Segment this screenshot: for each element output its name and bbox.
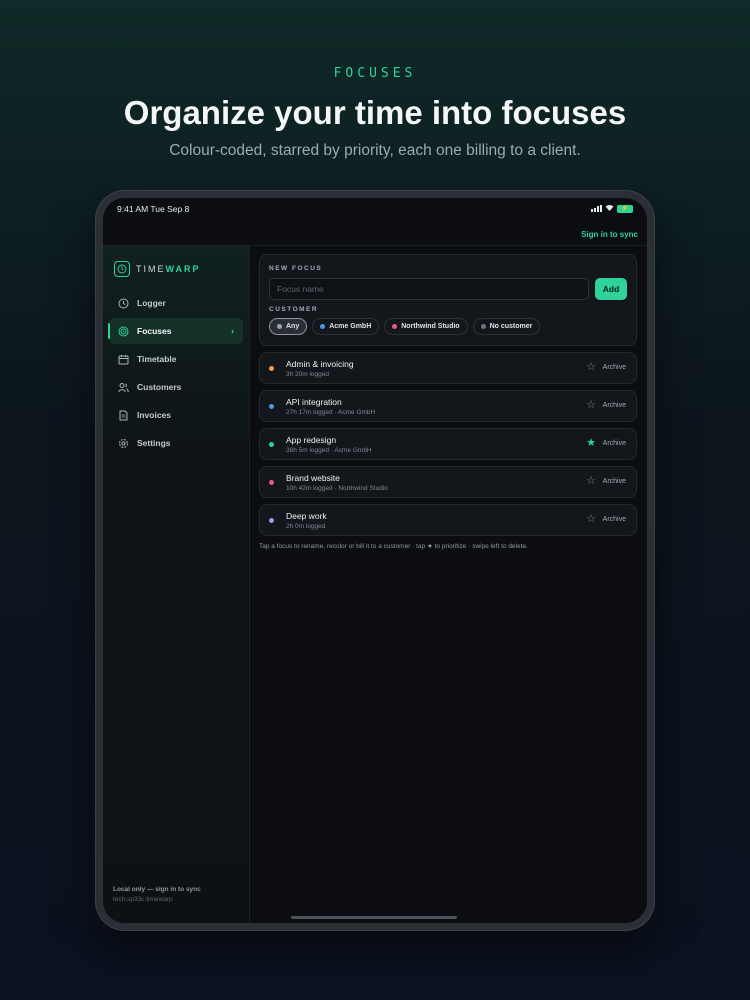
archive-button[interactable]: Archive [603, 516, 626, 523]
battery-icon: ⚡ [617, 204, 633, 213]
sidebar-item-timetable[interactable]: Timetable [109, 346, 243, 372]
focus-name: Deep work [286, 511, 327, 521]
sidebar: TIMEWARP Logger Focuses › Timetable Cust… [103, 246, 250, 923]
focus-row[interactable]: API integration 27h 17m logged · Acme Gm… [259, 390, 637, 422]
brand-suffix: WARP [165, 264, 201, 274]
sidebar-nav: Logger Focuses › Timetable Customers Inv… [108, 290, 243, 458]
new-focus-input-row: Add [269, 278, 627, 300]
status-time: 9:41 AM Tue Sep 8 [117, 204, 190, 214]
archive-button[interactable]: Archive [603, 440, 626, 447]
sidebar-item-label: Focuses [137, 326, 172, 336]
status-icons: ⚡ [591, 204, 633, 213]
color-dot [269, 518, 274, 523]
focus-name: App redesign [286, 435, 337, 445]
color-dot [320, 324, 326, 329]
new-focus-card: NEW FOCUS Add CUSTOMER Any Acme GmbH [259, 254, 637, 346]
star-icon[interactable]: ☆ [586, 400, 596, 411]
sidebar-item-settings[interactable]: Settings [109, 430, 243, 456]
color-dot [269, 480, 274, 485]
focus-row[interactable]: Deep work 2h 0m logged ☆ Archive [259, 504, 637, 536]
focus-name: Admin & invoicing [286, 359, 354, 369]
customer-chip-none[interactable]: No customer [472, 318, 541, 335]
sidebar-item-customers[interactable]: Customers [109, 374, 243, 400]
focus-name-input[interactable] [269, 278, 589, 300]
star-icon[interactable]: ☆ [586, 362, 596, 373]
brand: TIMEWARP [114, 261, 201, 277]
users-icon [118, 382, 129, 393]
chip-label: No customer [489, 323, 533, 330]
sidebar-item-invoices[interactable]: Invoices [109, 402, 243, 428]
add-focus-button[interactable]: Add [595, 278, 627, 300]
star-filled-icon[interactable]: ★ [586, 438, 596, 449]
focus-meta: 27h 17m logged · Acme GmbH [286, 409, 376, 416]
chevron-right-icon: › [231, 326, 234, 336]
brand-name: TIMEWARP [136, 264, 201, 274]
chip-label: Acme GmbH [329, 323, 372, 330]
star-icon[interactable]: ☆ [586, 514, 596, 525]
customer-chip-acme[interactable]: Acme GmbH [312, 318, 380, 335]
sidebar-footer: Local only — sign in to sync tech.sp33c.… [113, 886, 201, 903]
color-dot [277, 324, 282, 329]
signal-icon [591, 205, 602, 212]
focus-meta: 2h 0m logged [286, 523, 326, 530]
color-dot [269, 404, 274, 409]
archive-button[interactable]: Archive [603, 478, 626, 485]
new-focus-label: NEW FOCUS [269, 265, 323, 272]
sidebar-item-label: Invoices [137, 410, 172, 420]
wifi-icon [605, 204, 614, 213]
home-indicator[interactable] [291, 916, 457, 919]
focus-hint: Tap a focus to rename, recolor or bill i… [259, 543, 528, 550]
document-icon [118, 410, 129, 421]
focus-name: API integration [286, 397, 342, 407]
hero-subhead: Colour-coded, starred by priority, each … [169, 142, 581, 159]
calendar-icon [118, 354, 129, 365]
sidebar-item-label: Logger [137, 298, 166, 308]
color-dot [480, 324, 486, 329]
hero-eyebrow: FOCUSES [333, 66, 417, 81]
sidebar-item-label: Timetable [137, 354, 177, 364]
focus-meta: 10h 42m logged · Northwind Studio [286, 485, 388, 492]
bundle-id: tech.sp33c.timewarp [113, 896, 173, 903]
clock-icon [114, 261, 130, 277]
status-bar: 9:41 AM Tue Sep 8 ⚡ [103, 198, 647, 220]
gear-icon [118, 438, 129, 449]
tablet-frame: 9:41 AM Tue Sep 8 ⚡ Sign in to sync TIME… [95, 190, 655, 931]
focus-row[interactable]: Admin & invoicing 3h 20m logged ☆ Archiv… [259, 352, 637, 384]
archive-button[interactable]: Archive [603, 364, 626, 371]
app-screen: 9:41 AM Tue Sep 8 ⚡ Sign in to sync TIME… [103, 198, 647, 923]
main-content: NEW FOCUS Add CUSTOMER Any Acme GmbH [251, 246, 647, 923]
customer-label: CUSTOMER [269, 306, 319, 313]
color-dot [269, 366, 274, 371]
color-dot [269, 442, 274, 447]
focus-meta: 3h 20m logged [286, 371, 330, 378]
customer-chip-northwind[interactable]: Northwind Studio [384, 318, 468, 335]
sign-in-sync-link[interactable]: Sign in to sync [581, 230, 638, 239]
sidebar-item-logger[interactable]: Logger [109, 290, 243, 316]
sync-bar: Sign in to sync [103, 220, 647, 246]
star-icon[interactable]: ☆ [586, 476, 596, 487]
sidebar-item-label: Customers [137, 382, 182, 392]
focus-row[interactable]: Brand website 10h 42m logged · Northwind… [259, 466, 637, 498]
focus-row[interactable]: App redesign 36h 5m logged · Acme GmbH ★… [259, 428, 637, 460]
archive-button[interactable]: Archive [603, 402, 626, 409]
focus-meta: 36h 5m logged · Acme GmbH [286, 447, 372, 454]
focus-list: Admin & invoicing 3h 20m logged ☆ Archiv… [259, 352, 637, 542]
sync-status-text: Local only — sign in to sync [113, 886, 201, 893]
color-dot [392, 324, 398, 329]
sidebar-item-focuses[interactable]: Focuses › [108, 318, 243, 344]
customer-chips: Any Acme GmbH Northwind Studio No custom… [269, 318, 627, 335]
focus-name: Brand website [286, 473, 340, 483]
sidebar-item-label: Settings [137, 438, 171, 448]
chip-label: Northwind Studio [401, 323, 460, 330]
brand-prefix: TIME [136, 264, 166, 274]
customer-chip-any[interactable]: Any [269, 318, 308, 335]
clock-icon [118, 298, 129, 309]
chip-label: Any [286, 323, 300, 330]
hero-headline: Organize your time into focuses [123, 94, 627, 131]
target-icon [118, 326, 129, 337]
